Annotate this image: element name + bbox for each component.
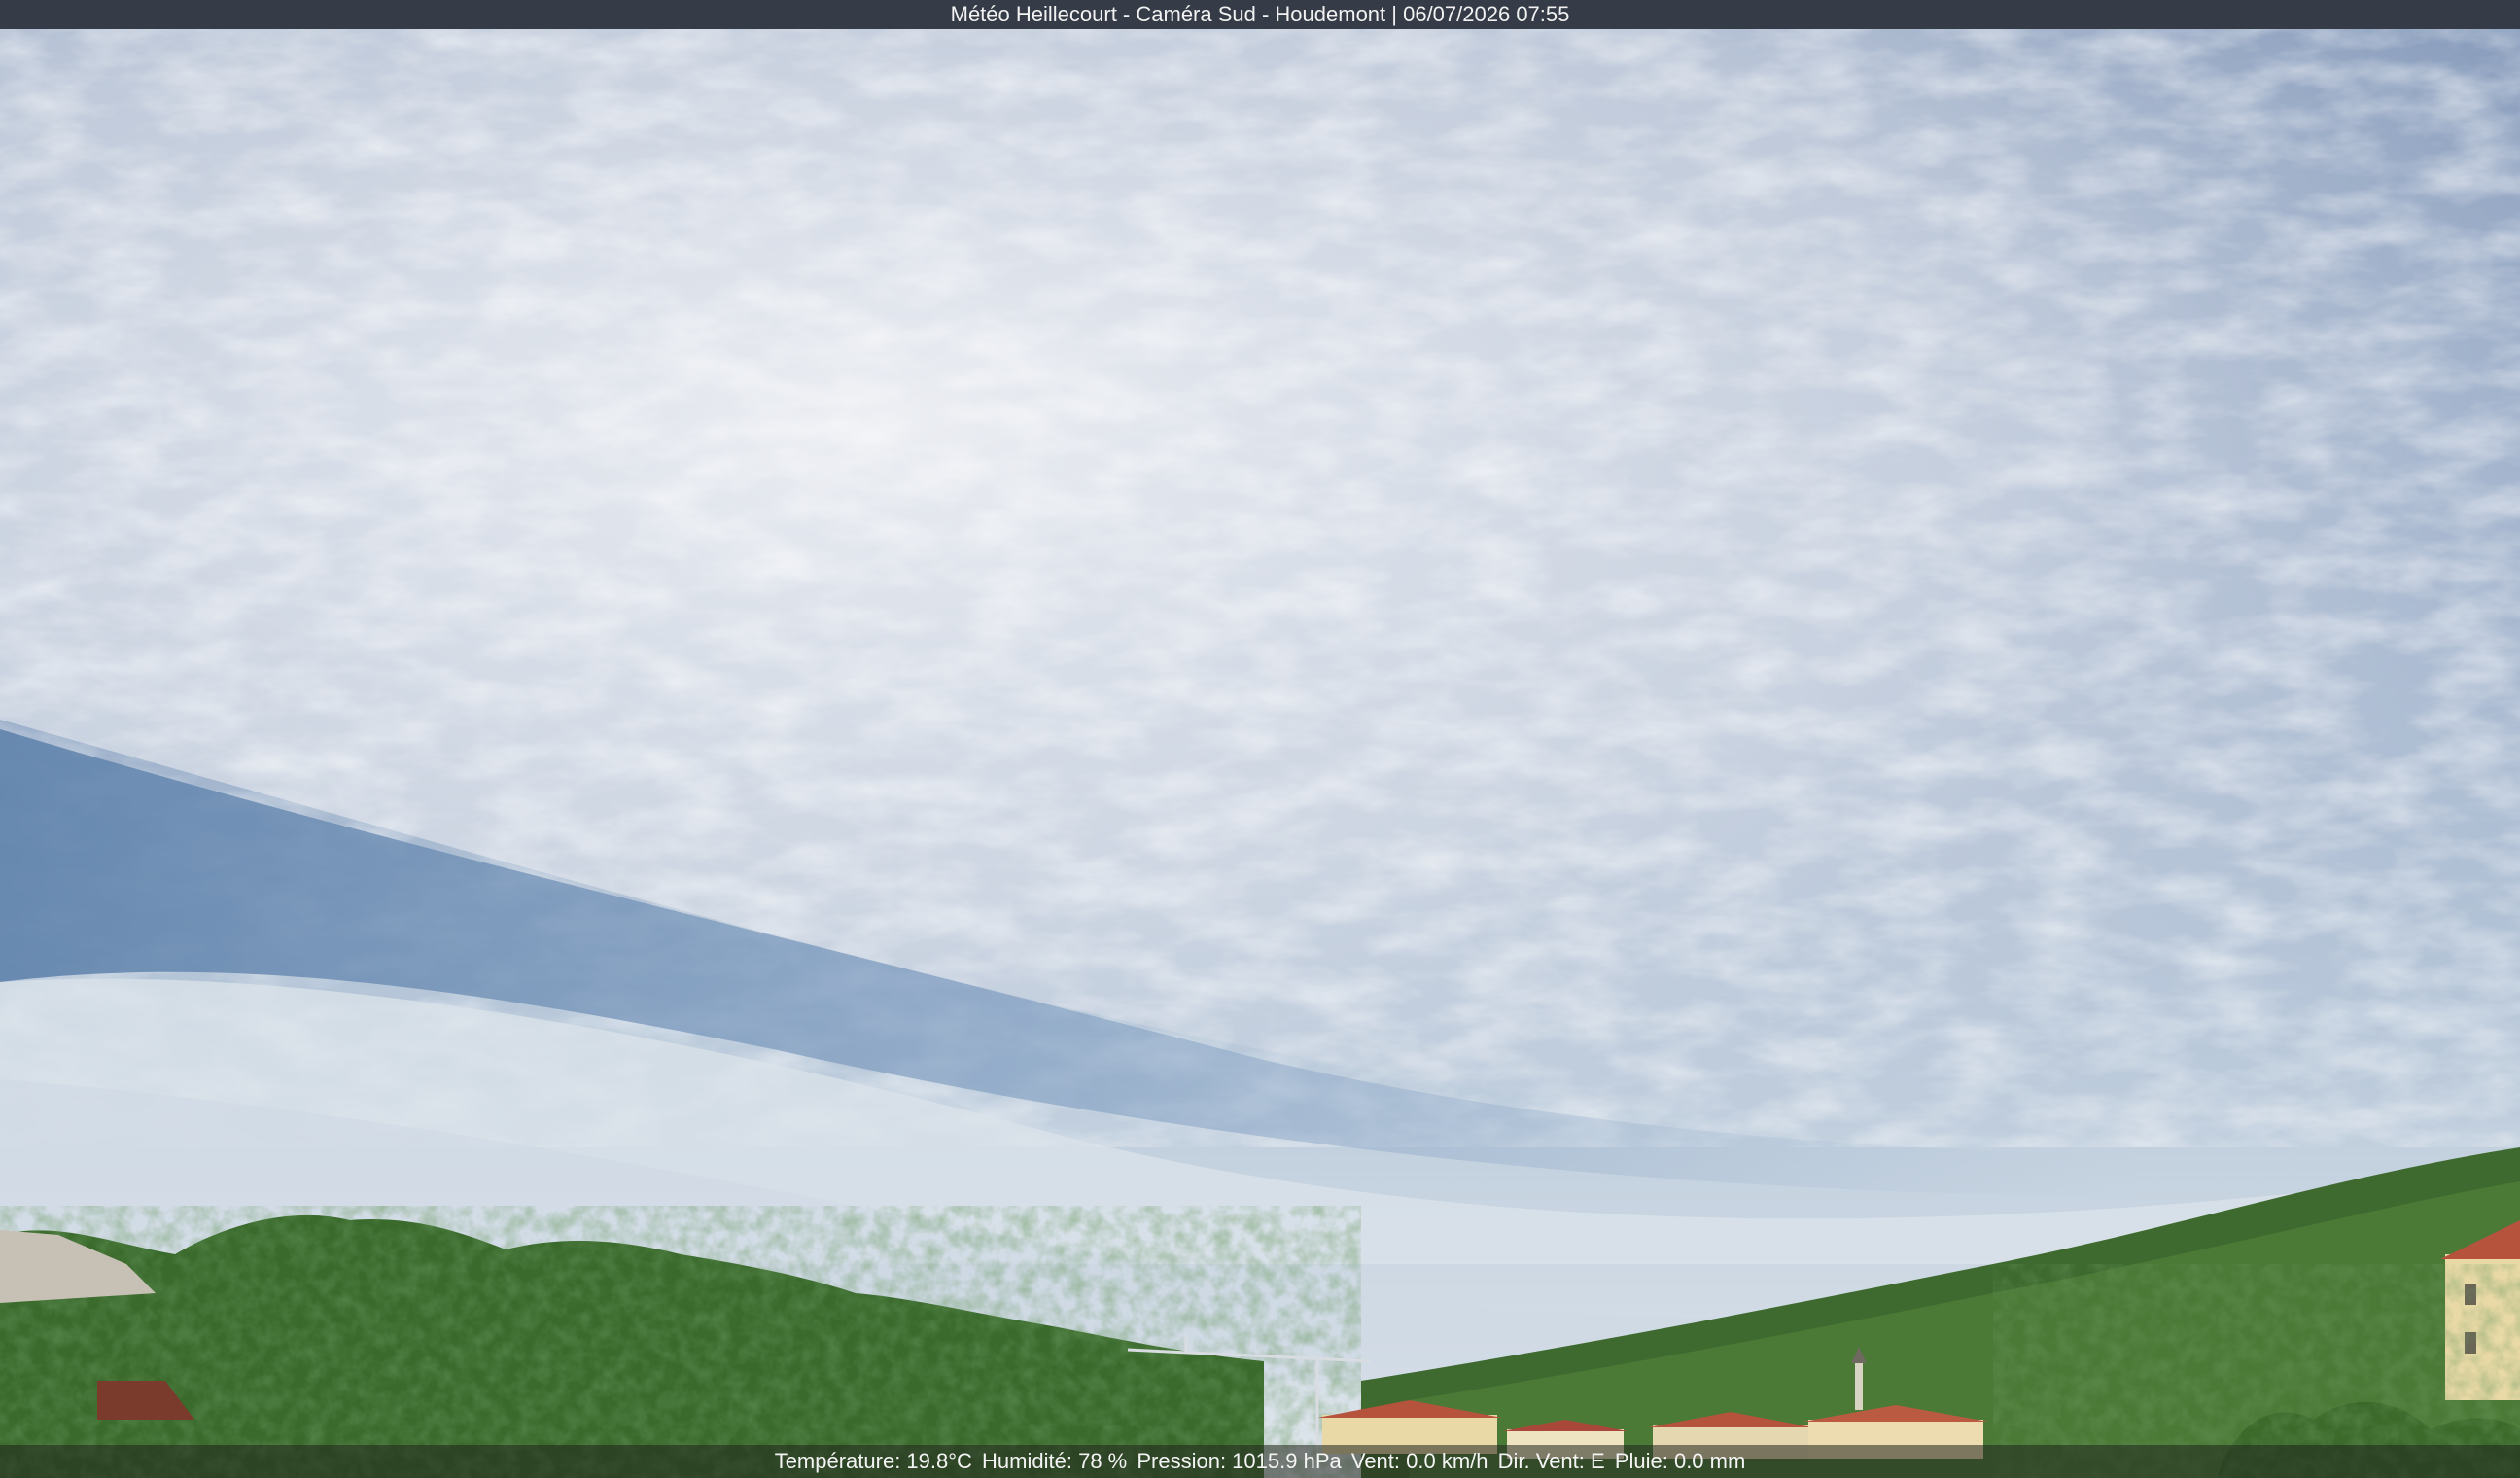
humidity-readout: Humidité: 78 % — [982, 1449, 1128, 1473]
wind-speed-readout: Vent: 0.0 km/h — [1350, 1449, 1488, 1473]
pressure-readout: Pression: 1015.9 hPa — [1137, 1449, 1342, 1473]
weather-info-bar: Température: 19.8°C Humidité: 78 % Press… — [0, 1445, 2520, 1478]
camera-title-bar: Météo Heillecourt - Caméra Sud - Houdemo… — [0, 0, 2520, 29]
rain-readout: Pluie: 0.0 mm — [1614, 1449, 1746, 1473]
webcam-scene — [0, 0, 2520, 1478]
temperature-readout: Température: 19.8°C — [774, 1449, 972, 1473]
wind-direction-readout: Dir. Vent: E — [1497, 1449, 1605, 1473]
camera-title: Météo Heillecourt - Caméra Sud - Houdemo… — [950, 2, 1570, 26]
webcam-frame: Météo Heillecourt - Caméra Sud - Houdemo… — [0, 0, 2520, 1478]
